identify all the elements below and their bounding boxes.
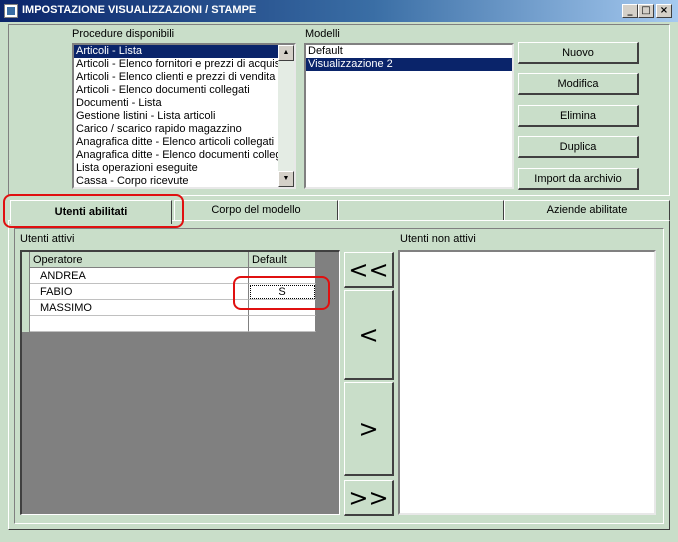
procedure-item[interactable]: Articoli - Lista: [74, 45, 278, 58]
procedure-item[interactable]: Carico / scarico rapido magazzino: [74, 123, 278, 136]
default-cell-highlight-annotation: [233, 276, 330, 310]
close-button[interactable]: ×: [656, 4, 672, 18]
grid-header: Operatore Default: [22, 252, 316, 268]
row-selector[interactable]: [22, 316, 30, 332]
inactive-users-label: Utenti non attivi: [400, 233, 476, 245]
scroll-up-icon[interactable]: ▲: [278, 45, 294, 61]
models-label: Modelli: [305, 28, 340, 40]
move-all-left-button[interactable]: <<: [344, 252, 394, 288]
procedure-item[interactable]: Articoli - Elenco fornitori e prezzi di …: [74, 58, 278, 71]
maximize-button[interactable]: □: [638, 4, 654, 18]
tab-aziende-abilitate[interactable]: Aziende abilitate: [504, 200, 670, 220]
procedure-item[interactable]: Cassa - Corpo ricevute: [74, 175, 278, 187]
inactive-users-listbox[interactable]: [398, 250, 656, 515]
row-selector-header: [22, 252, 30, 268]
procedures-listbox[interactable]: Articoli - Lista Articoli - Elenco fornit…: [72, 43, 296, 189]
model-item[interactable]: Default: [306, 45, 512, 58]
import-button[interactable]: Import da archivio: [518, 168, 639, 190]
cell-operator[interactable]: MASSIMO: [30, 300, 249, 316]
row-selector[interactable]: [22, 268, 30, 284]
procedures-scrollbar[interactable]: ▲ ▼: [278, 45, 294, 187]
procedure-item[interactable]: Lista operazioni eseguite: [74, 162, 278, 175]
move-left-button[interactable]: <: [344, 290, 394, 380]
procedure-item[interactable]: Articoli - Elenco clienti e prezzi di ve…: [74, 71, 278, 84]
procedure-item[interactable]: Documenti - Lista: [74, 97, 278, 110]
tab-utenti-abilitati[interactable]: Utenti abilitati: [10, 200, 172, 224]
tab-corpo-del-modello[interactable]: Corpo del modello: [174, 200, 338, 220]
models-listbox[interactable]: Default Visualizzazione 2: [304, 43, 514, 189]
cell-operator[interactable]: ANDREA: [30, 268, 249, 284]
delete-button[interactable]: Elimina: [518, 105, 639, 127]
cell-operator[interactable]: FABIO: [30, 284, 249, 300]
procedure-item[interactable]: Articoli - Elenco documenti collegati: [74, 84, 278, 97]
new-button[interactable]: Nuovo: [518, 42, 639, 64]
model-item[interactable]: Visualizzazione 2: [306, 58, 512, 71]
cell-default[interactable]: [249, 316, 316, 332]
window-title: IMPOSTAZIONE VISUALIZZAZIONI / STAMPE: [22, 4, 257, 16]
cell-operator[interactable]: [30, 316, 249, 332]
move-right-button[interactable]: >: [344, 382, 394, 476]
minimize-button[interactable]: _: [622, 4, 638, 18]
table-row[interactable]: [22, 316, 316, 332]
duplicate-button[interactable]: Duplica: [518, 136, 639, 158]
procedures-label: Procedure disponibili: [72, 28, 175, 40]
column-header-operatore[interactable]: Operatore: [30, 252, 249, 268]
row-selector[interactable]: [22, 284, 30, 300]
row-selector[interactable]: [22, 300, 30, 316]
title-bar[interactable]: IMPOSTAZIONE VISUALIZZAZIONI / STAMPE _ …: [0, 0, 678, 22]
move-all-right-button[interactable]: >>: [344, 480, 394, 516]
models-list: Default Visualizzazione 2: [306, 45, 512, 71]
app-icon[interactable]: [4, 4, 18, 18]
procedure-item[interactable]: Anagrafica ditte - Elenco articoli colle…: [74, 136, 278, 149]
scroll-down-icon[interactable]: ▼: [278, 171, 294, 187]
active-users-label: Utenti attivi: [20, 233, 75, 245]
edit-button[interactable]: Modifica: [518, 73, 639, 95]
procedure-item[interactable]: Gestione listini - Lista articoli: [74, 110, 278, 123]
tab-empty[interactable]: [338, 200, 504, 220]
procedure-item[interactable]: Anagrafica ditte - Elenco documenti coll…: [74, 149, 278, 162]
column-header-default[interactable]: Default: [249, 252, 316, 268]
procedures-list: Articoli - Lista Articoli - Elenco fornit…: [74, 45, 278, 187]
